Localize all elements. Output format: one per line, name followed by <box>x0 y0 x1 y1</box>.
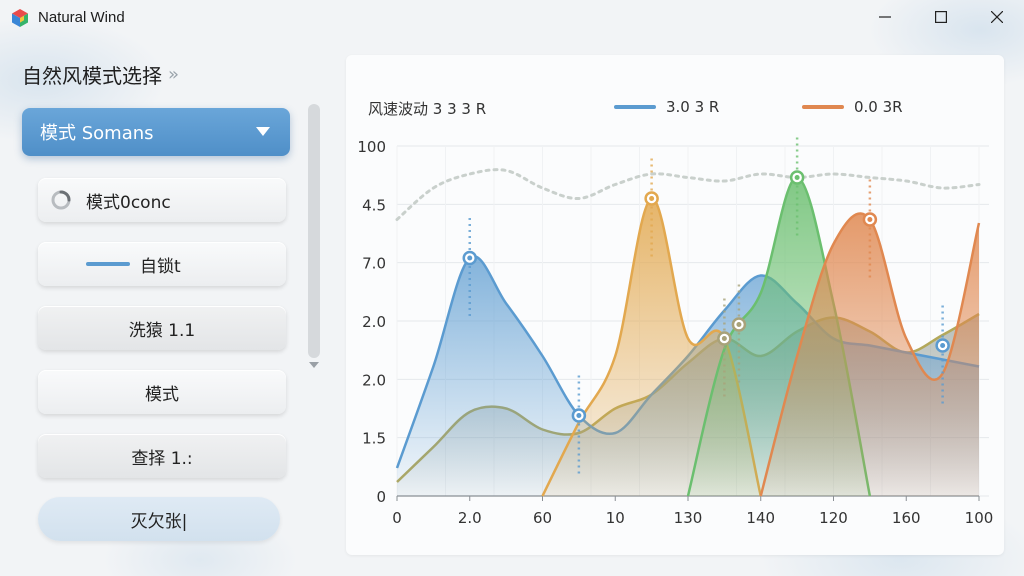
y-tick-label: 1.5 <box>362 430 386 448</box>
x-tick-label: 0 <box>392 509 402 527</box>
x-tick-label: 2.0 <box>458 509 482 527</box>
x-tick-label: 160 <box>892 509 921 527</box>
y-tick-label: 7.0 <box>362 255 386 273</box>
y-tick-label: 4.5 <box>362 196 386 214</box>
data-point-dot <box>794 175 800 180</box>
data-point-dot <box>467 255 473 261</box>
data-point-dot <box>721 336 727 341</box>
y-tick-label: 100 <box>357 138 386 156</box>
y-tick-label: 2.0 <box>362 313 386 331</box>
y-tick-label: 2.0 <box>362 371 386 389</box>
x-tick-label: 140 <box>746 509 775 527</box>
data-point-dot <box>940 343 946 348</box>
y-tick-label: 0 <box>376 488 386 506</box>
x-tick-label: 60 <box>533 509 552 527</box>
data-point-dot <box>736 322 742 327</box>
data-point-dot <box>576 413 582 418</box>
data-point-dot <box>867 217 873 222</box>
x-tick-label: 130 <box>674 509 703 527</box>
wind-speed-chart: 100 4.5 7.0 2.0 2.0 1.5 00 2.0 60 10 130 140 120 160 1… <box>357 137 994 527</box>
x-tick-label: 10 <box>606 509 625 527</box>
data-point-dot <box>649 196 655 201</box>
x-tick-label: 100 <box>965 509 994 527</box>
x-tick-label: 120 <box>819 509 848 527</box>
